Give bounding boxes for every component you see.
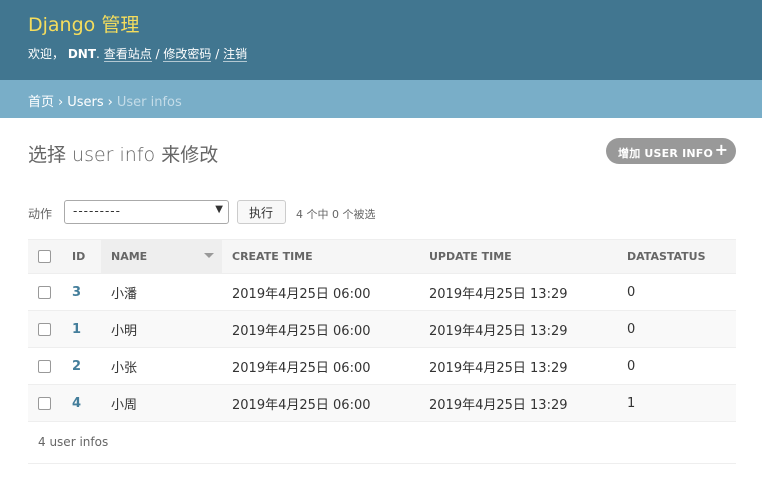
update-time-cell: 2019年4月25日 13:29 <box>419 384 617 422</box>
site-header: Django 管理 欢迎， DNT. 查看站点 / 修改密码 / 注销 <box>0 0 762 80</box>
column-header-name[interactable]: NAME <box>101 239 222 274</box>
id-cell: 1 <box>62 310 101 348</box>
row-id-link[interactable]: 3 <box>72 285 81 300</box>
separator: / <box>155 47 160 61</box>
results-table: ID NAME CREATE TIME UPDATE TIME DATASTAT… <box>28 239 736 422</box>
datastatus-cell: 1 <box>617 384 736 422</box>
row-id-link[interactable]: 4 <box>72 396 81 411</box>
separator: / <box>215 47 220 61</box>
site-brand[interactable]: Django 管理 <box>28 10 139 37</box>
breadcrumb-separator: › <box>58 95 64 110</box>
create-time-cell: 2019年4月25日 06:00 <box>222 310 419 348</box>
add-button-label: 增加 USER INFO <box>618 147 714 160</box>
result-count: 4 user infos <box>38 435 109 449</box>
datastatus-cell: 0 <box>617 273 736 311</box>
add-user-info-button[interactable]: 增加 USER INFO + <box>606 138 736 164</box>
table-row: 2 小张 2019年4月25日 06:00 2019年4月25日 13:29 0 <box>28 347 736 385</box>
paginator: 4 user infos <box>28 421 736 464</box>
selection-counter: 4 个中 0 个被选 <box>296 208 376 221</box>
plus-icon: + <box>714 140 728 159</box>
column-header-datastatus[interactable]: DATASTATUS <box>617 239 736 274</box>
select-all-checkbox[interactable] <box>38 250 51 264</box>
row-select-cell <box>28 273 62 311</box>
breadcrumb-current: User infos <box>116 95 182 110</box>
page-title: 选择 user info 来修改 <box>28 144 219 166</box>
column-header-id[interactable]: ID <box>62 239 101 274</box>
run-action-button[interactable]: 执行 <box>237 200 286 224</box>
username: DNT <box>67 47 97 61</box>
table-row: 3 小潘 2019年4月25日 06:00 2019年4月25日 13:29 0 <box>28 273 736 311</box>
row-checkbox[interactable] <box>38 396 51 410</box>
create-time-cell: 2019年4月25日 06:00 <box>222 347 419 385</box>
update-time-cell: 2019年4月25日 13:29 <box>419 347 617 385</box>
create-time-cell: 2019年4月25日 06:00 <box>222 273 419 311</box>
sort-icon[interactable] <box>204 253 214 258</box>
row-select-cell <box>28 347 62 385</box>
breadcrumb-home-link[interactable]: 首页 <box>28 95 54 110</box>
action-select[interactable]: --------- ▼ <box>64 200 229 224</box>
name-cell: 小潘 <box>101 273 222 311</box>
row-id-link[interactable]: 1 <box>72 322 81 337</box>
change-password-link[interactable]: 修改密码 <box>163 47 212 62</box>
welcome-text: 欢迎， <box>28 47 65 61</box>
id-cell: 3 <box>62 273 101 311</box>
name-cell: 小张 <box>101 347 222 385</box>
column-header-update-time[interactable]: UPDATE TIME <box>419 239 617 274</box>
name-cell: 小周 <box>101 384 222 422</box>
breadcrumb-app-link[interactable]: Users <box>67 95 103 110</box>
table-row: 1 小明 2019年4月25日 06:00 2019年4月25日 13:29 0 <box>28 310 736 348</box>
update-time-cell: 2019年4月25日 13:29 <box>419 273 617 311</box>
create-time-cell: 2019年4月25日 06:00 <box>222 384 419 422</box>
action-label: 动作 <box>28 207 53 221</box>
datastatus-cell: 0 <box>617 347 736 385</box>
table-header-row: ID NAME CREATE TIME UPDATE TIME DATASTAT… <box>28 239 736 274</box>
id-cell: 2 <box>62 347 101 385</box>
row-select-cell <box>28 384 62 422</box>
view-site-link[interactable]: 查看站点 <box>103 47 152 62</box>
column-header-name-label: NAME <box>111 250 148 263</box>
breadcrumb-separator: › <box>107 95 113 110</box>
row-select-cell <box>28 310 62 348</box>
row-checkbox[interactable] <box>38 359 51 373</box>
column-header-create-time[interactable]: CREATE TIME <box>222 239 419 274</box>
action-select-value: --------- <box>73 204 121 218</box>
user-tools: 欢迎， DNT. 查看站点 / 修改密码 / 注销 <box>28 47 248 62</box>
breadcrumb: 首页 › Users › User infos <box>0 80 762 118</box>
run-action-label: 执行 <box>249 206 274 220</box>
update-time-cell: 2019年4月25日 13:29 <box>419 310 617 348</box>
datastatus-cell: 0 <box>617 310 736 348</box>
table-row: 4 小周 2019年4月25日 06:00 2019年4月25日 13:29 1 <box>28 384 736 422</box>
name-cell: 小明 <box>101 310 222 348</box>
select-all-cell <box>28 239 62 274</box>
row-checkbox[interactable] <box>38 322 51 336</box>
dropdown-arrow-icon: ▼ <box>215 204 223 215</box>
logout-link[interactable]: 注销 <box>223 47 248 62</box>
row-checkbox[interactable] <box>38 285 51 299</box>
id-cell: 4 <box>62 384 101 422</box>
row-id-link[interactable]: 2 <box>72 359 81 374</box>
